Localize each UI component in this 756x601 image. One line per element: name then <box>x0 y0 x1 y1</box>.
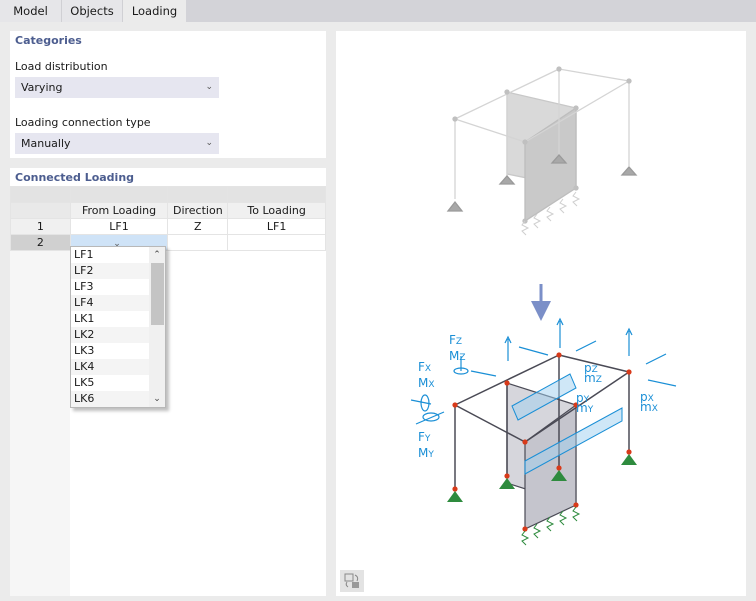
structure-diagrams: FZ MZ FX MX FY MY pZ mZ pY mY pX mX <box>410 66 677 546</box>
dropdown-option[interactable]: LK6 <box>71 391 149 407</box>
loaded-frame-diagram: FZ MZ FX MX FY MY pZ mZ pY mY pX mX <box>410 317 677 546</box>
svg-text:MX: MX <box>418 376 435 390</box>
dropdown-option[interactable]: LK5 <box>71 375 149 391</box>
main-arrow-icon <box>531 284 551 321</box>
svg-text:FZ: FZ <box>449 333 462 347</box>
cell-direction[interactable] <box>167 234 229 251</box>
table-row: 2 ⌄ <box>10 234 326 251</box>
column-header-direction[interactable]: Direction <box>167 202 229 219</box>
column-header-from[interactable]: From Loading <box>69 202 169 219</box>
cell-to-loading[interactable]: LF1 <box>227 218 326 235</box>
column-header-to[interactable]: To Loading <box>227 202 326 219</box>
row-number[interactable]: 2 <box>10 234 71 251</box>
dropdown-option[interactable]: LK2 <box>71 327 149 343</box>
chevron-down-icon: ⌄ <box>205 138 213 148</box>
dropdown-option[interactable]: LK1 <box>71 311 149 327</box>
view-toggle-icon <box>344 573 359 588</box>
load-distribution-select[interactable]: Varying ⌄ <box>15 77 219 98</box>
dropdown-option[interactable]: LK4 <box>71 359 149 375</box>
header-row: From Loading Direction To Loading <box>10 202 326 219</box>
categories-title: Categories <box>15 34 82 47</box>
svg-text:mZ: mZ <box>584 371 602 385</box>
dropdown-option[interactable]: LF2 <box>71 263 149 279</box>
table-row: 1 LF1 Z LF1 <box>10 218 326 235</box>
dropdown-scrollbar[interactable]: ⌃ ⌄ <box>149 247 165 407</box>
corner-cell <box>10 202 71 219</box>
dropdown-option[interactable]: LF1 <box>71 247 149 263</box>
load-distribution-label: Load distribution <box>15 60 108 73</box>
svg-text:FX: FX <box>418 360 431 374</box>
connected-loading-title: Connected Loading <box>15 171 135 184</box>
dropdown-option[interactable]: LF4 <box>71 295 149 311</box>
connected-loading-table: From Loading Direction To Loading 1 LF1 … <box>10 186 326 251</box>
connected-loading-grid: From Loading Direction To Loading 1 LF1 … <box>10 186 326 596</box>
cell-direction[interactable]: Z <box>167 218 229 235</box>
svg-text:MZ: MZ <box>449 349 466 363</box>
svg-text:MY: MY <box>418 446 434 460</box>
view-toggle-button[interactable] <box>340 570 364 592</box>
tab-loading[interactable]: Loading <box>123 0 186 22</box>
load-distribution-value: Varying <box>21 81 63 94</box>
svg-text:mX: mX <box>640 400 658 414</box>
dropdown-option[interactable]: LF3 <box>71 279 149 295</box>
dropdown-option[interactable]: LK3 <box>71 343 149 359</box>
connection-type-select[interactable]: Manually ⌄ <box>15 133 219 154</box>
tab-bar: Model Objects Loading <box>0 0 756 22</box>
connection-type-value: Manually <box>21 137 71 150</box>
svg-text:FY: FY <box>418 430 431 444</box>
cell-from-loading[interactable]: LF1 <box>69 218 169 235</box>
connected-loading-panel: Connected Loading From Loading Direction… <box>10 168 326 596</box>
chevron-down-icon: ⌄ <box>205 82 213 92</box>
tab-model[interactable]: Model <box>0 0 62 22</box>
cell-to-loading[interactable] <box>227 234 326 251</box>
connection-type-label: Loading connection type <box>15 116 151 129</box>
scroll-down-icon[interactable]: ⌄ <box>149 392 165 406</box>
categories-panel: Categories Load distribution Varying ⌄ L… <box>10 31 326 158</box>
ghost-frame-diagram <box>446 66 638 236</box>
scrollbar-thumb[interactable] <box>151 263 164 325</box>
tab-objects[interactable]: Objects <box>62 0 123 22</box>
scroll-up-icon[interactable]: ⌃ <box>149 248 165 262</box>
svg-text:mY: mY <box>576 401 594 415</box>
row-number[interactable]: 1 <box>10 218 71 235</box>
from-loading-dropdown[interactable]: LF1 LF2 LF3 LF4 LK1 LK2 LK3 LK4 LK5 LK6 … <box>70 246 166 408</box>
diagram-viewport: FZ MZ FX MX FY MY pZ mZ pY mY pX mX <box>336 31 746 596</box>
header-group-row <box>10 186 326 203</box>
